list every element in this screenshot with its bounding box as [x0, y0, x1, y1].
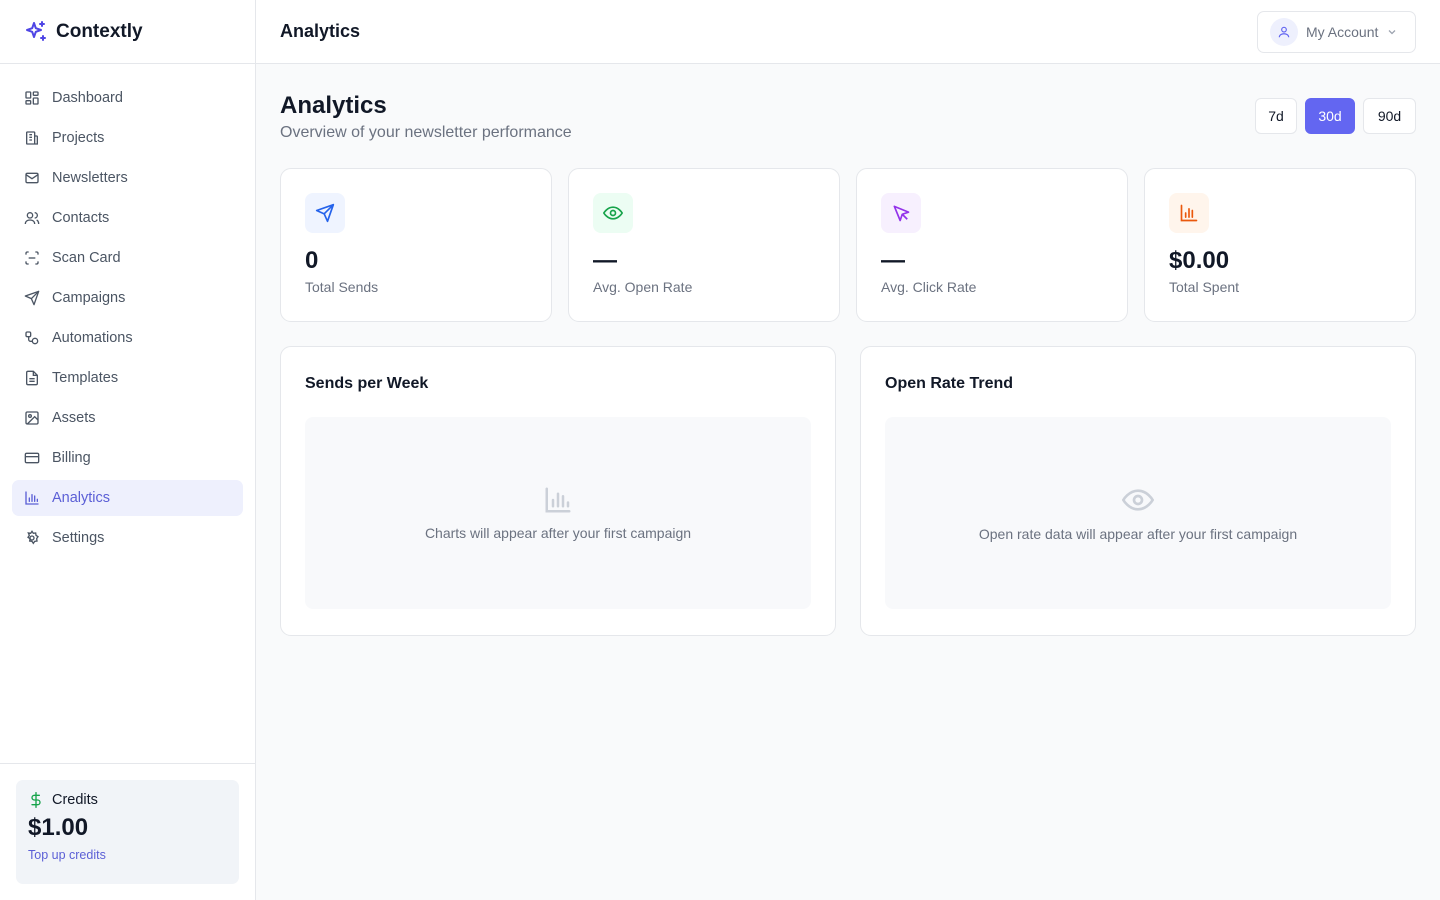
scan-icon: [25, 251, 39, 265]
stat-value: 0: [305, 247, 319, 274]
stat-card-total-spent: $0.00 Total Spent: [1144, 168, 1416, 322]
credits-amount: $1.00: [28, 814, 89, 841]
page-title: Analytics: [280, 92, 387, 119]
cursor-icon: [893, 205, 910, 222]
top-up-credits-link[interactable]: Top up credits: [28, 848, 227, 862]
sidebar-item-label: Assets: [52, 410, 96, 426]
image-icon: [25, 411, 39, 425]
page-subtitle: Overview of your newsletter performance: [280, 124, 572, 141]
sidebar-item-label: Newsletters: [52, 170, 128, 186]
chart-empty-text: Charts will appear after your first camp…: [424, 525, 692, 541]
stat-label: Avg. Open Rate: [593, 279, 693, 295]
sidebar-item-newsletters[interactable]: Newsletters: [12, 160, 243, 196]
users-icon: [24, 212, 40, 225]
sidebar-item-label: Contacts: [52, 210, 110, 226]
sidebar-item-label: Automations: [52, 330, 133, 346]
account-label: My Account: [1306, 23, 1379, 40]
chevron-down-icon: [1388, 29, 1396, 34]
eye-icon: [1122, 489, 1154, 511]
brand-name: Contextly: [56, 20, 143, 42]
sidebar: Contextly Dashboard Projects Newsletters…: [0, 0, 256, 900]
sidebar-item-label: Projects: [52, 130, 105, 146]
stat-value: —: [881, 247, 905, 274]
sidebar-item-label: Campaigns: [52, 290, 126, 306]
stat-value: $0.00: [1169, 247, 1230, 274]
file-icon: [26, 370, 38, 386]
sidebar-item-assets[interactable]: Assets: [12, 400, 243, 436]
chart-empty-state: Charts will appear after your first camp…: [305, 417, 811, 609]
stat-label: Avg. Click Rate: [881, 279, 977, 295]
page-header: Analytics Overview of your newsletter pe…: [280, 88, 1416, 168]
stat-label: Total Spent: [1169, 279, 1240, 295]
bar-chart-icon: [1180, 204, 1198, 222]
credits-section: Credits $1.00 Top up credits: [0, 763, 255, 900]
send-icon: [315, 203, 335, 223]
stat-label: Total Sends: [305, 279, 379, 295]
stats-row: 0 Total Sends — Avg. Open Rate — Avg. Cl…: [280, 168, 1416, 322]
sidebar-item-dashboard[interactable]: Dashboard: [12, 80, 243, 116]
sidebar-item-label: Scan Card: [52, 250, 121, 266]
stat-icon-wrap: [881, 193, 921, 233]
sidebar-item-billing[interactable]: Billing: [12, 440, 243, 476]
eye-icon: [603, 206, 623, 220]
range-7d-button[interactable]: 7d: [1255, 98, 1297, 134]
dollar-icon: [31, 792, 41, 808]
range-30d-button[interactable]: 30d: [1305, 98, 1355, 134]
sidebar-nav: Dashboard Projects Newsletters Contacts …: [0, 64, 255, 576]
credits-card: Credits $1.00 Top up credits: [16, 780, 239, 884]
sidebar-item-campaigns[interactable]: Campaigns: [12, 280, 243, 316]
mail-icon: [25, 172, 39, 184]
avatar: [1270, 17, 1298, 46]
sidebar-item-automations[interactable]: Automations: [12, 320, 243, 356]
sidebar-item-label: Settings: [52, 530, 105, 546]
credit-card-icon: [24, 452, 40, 464]
range-90d-button[interactable]: 90d: [1363, 98, 1416, 134]
bar-chart-icon: [545, 487, 571, 513]
sidebar-item-analytics[interactable]: Analytics: [12, 480, 243, 516]
stat-card-click-rate: — Avg. Click Rate: [856, 168, 1128, 322]
sidebar-item-label: Templates: [52, 370, 119, 386]
dashboard-icon: [25, 91, 39, 105]
stat-icon-wrap: [1169, 193, 1209, 233]
sidebar-item-contacts[interactable]: Contacts: [12, 200, 243, 236]
sidebar-item-scan-card[interactable]: Scan Card: [12, 240, 243, 276]
chart-title: Sends per Week: [305, 375, 429, 392]
chart-empty-text: Open rate data will appear after your fi…: [978, 526, 1298, 542]
my-account-button[interactable]: My Account: [1257, 10, 1416, 53]
chart-card-open-rate-trend: Open Rate Trend Open rate data will appe…: [860, 346, 1416, 636]
date-range-selector: 7d 30d 90d: [1255, 98, 1416, 134]
sidebar-item-label: Dashboard: [52, 90, 123, 106]
workflow-icon: [25, 331, 39, 345]
stat-card-open-rate: — Avg. Open Rate: [568, 168, 840, 322]
sparkle-logo-icon: [26, 20, 46, 41]
credits-label: Credits: [52, 792, 98, 808]
chart-empty-state: Open rate data will appear after your fi…: [885, 417, 1391, 609]
bar-chart-icon: [25, 491, 39, 505]
chart-card-sends-per-week: Sends per Week Charts will appear after …: [280, 346, 836, 636]
charts-row: Sends per Week Charts will appear after …: [280, 346, 1416, 636]
building-icon: [26, 131, 38, 145]
sidebar-item-projects[interactable]: Projects: [12, 120, 243, 156]
main-content: Analytics Overview of your newsletter pe…: [256, 64, 1440, 660]
sidebar-item-templates[interactable]: Templates: [12, 360, 243, 396]
stat-card-total-sends: 0 Total Sends: [280, 168, 552, 322]
sidebar-item-settings[interactable]: Settings: [12, 520, 243, 556]
user-icon: [1278, 26, 1290, 37]
sidebar-item-label: Billing: [52, 450, 91, 466]
brand[interactable]: Contextly: [0, 0, 255, 64]
stat-icon-wrap: [305, 193, 345, 233]
send-icon: [24, 290, 40, 306]
gear-icon: [27, 530, 39, 545]
stat-icon-wrap: [593, 193, 633, 233]
sidebar-item-label: Analytics: [52, 490, 111, 506]
stat-value: —: [593, 247, 617, 274]
header-title: Analytics: [280, 21, 361, 41]
top-header: Analytics My Account: [256, 0, 1440, 64]
chart-title: Open Rate Trend: [885, 375, 1014, 392]
